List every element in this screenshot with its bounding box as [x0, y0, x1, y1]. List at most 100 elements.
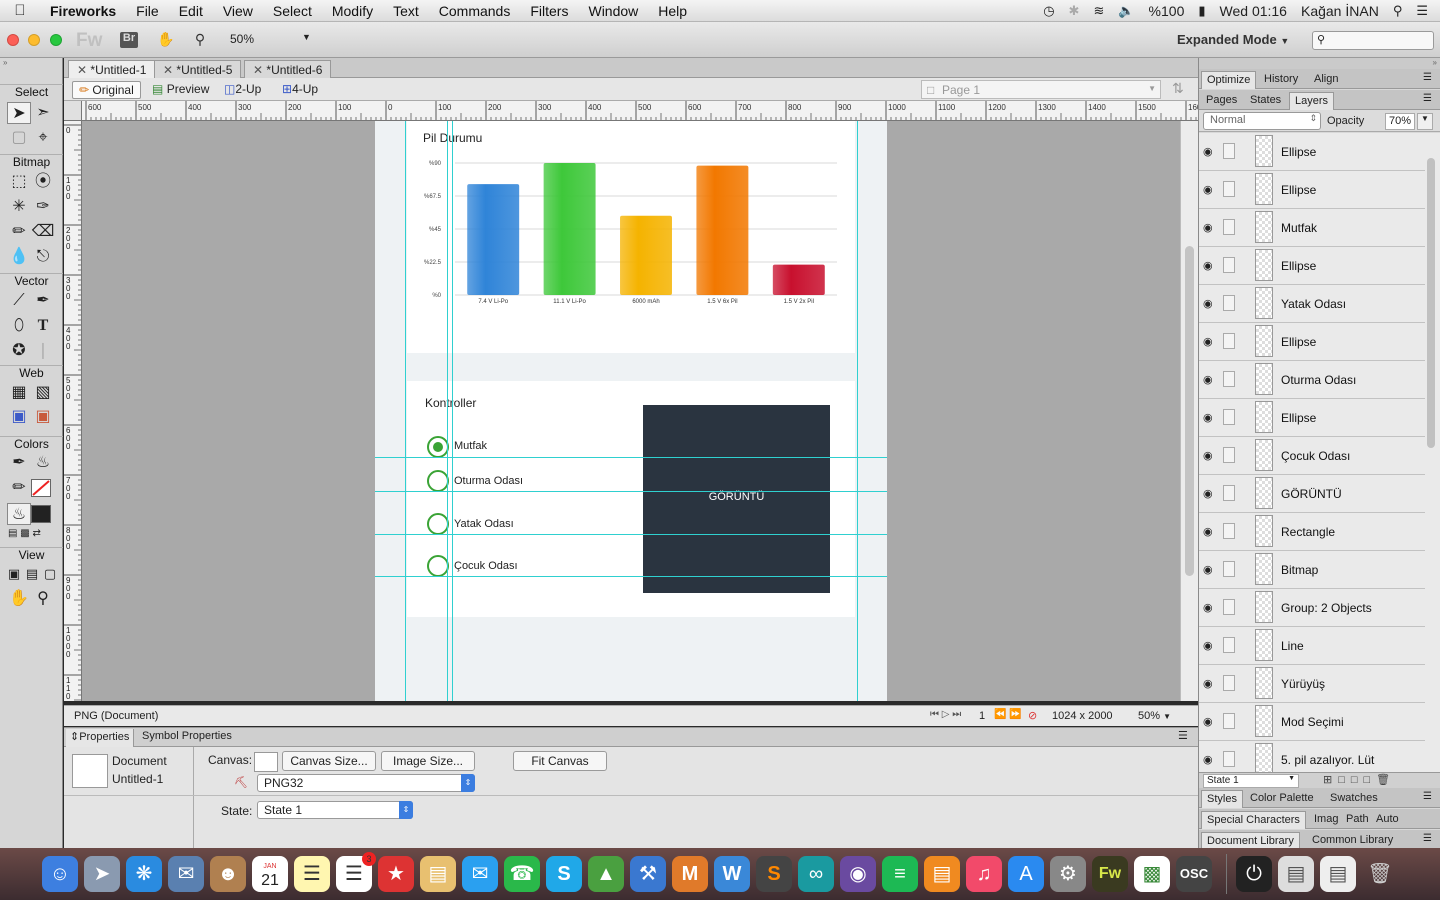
- app-store-icon[interactable]: A: [1008, 856, 1044, 892]
- visibility-eye-icon[interactable]: ◉: [1203, 601, 1213, 614]
- tab-styles[interactable]: Styles: [1201, 790, 1243, 808]
- bluetooth-icon[interactable]: ✱: [1069, 3, 1080, 19]
- export-format-select[interactable]: PNG32 ⇕: [257, 774, 475, 792]
- zoom-tool-icon[interactable]: ⚲: [190, 31, 210, 49]
- original-view-button[interactable]: ✏ Original: [72, 81, 141, 99]
- two-up-view-button[interactable]: ◫2-Up: [218, 81, 267, 99]
- tab-states[interactable]: States: [1245, 92, 1286, 110]
- hand-icon[interactable]: ✋: [156, 31, 176, 49]
- scale-tool-icon[interactable]: ▢: [7, 127, 31, 149]
- radio-mutfak[interactable]: [427, 436, 449, 458]
- lock-toggle[interactable]: [1223, 751, 1235, 767]
- guide-horizontal[interactable]: [375, 534, 887, 535]
- trash-icon[interactable]: 🗑: [1362, 856, 1398, 892]
- osc-icon[interactable]: OSC: [1176, 856, 1212, 892]
- hide-slices-icon[interactable]: ▣: [7, 406, 31, 428]
- zoom-dropdown[interactable]: 50% ▼: [230, 32, 311, 46]
- lock-toggle[interactable]: [1223, 485, 1235, 501]
- sublime-icon[interactable]: S: [756, 856, 792, 892]
- bookmark-icon[interactable]: ★: [378, 856, 414, 892]
- paint-bucket-icon[interactable]: ♨: [31, 452, 55, 474]
- notification-center-icon[interactable]: ☰: [1416, 3, 1428, 19]
- chart-card[interactable]: Pil Durumu %0 %22.5 %45 %67.5 %90 7.4 V Li-Po…: [407, 121, 855, 353]
- apple-menu-icon[interactable]: : [0, 2, 40, 19]
- ibooks-icon[interactable]: ▤: [924, 856, 960, 892]
- tab-pages[interactable]: Pages: [1201, 92, 1242, 110]
- minimize-window-button[interactable]: [28, 34, 40, 46]
- canvas-color-swatch[interactable]: [254, 752, 278, 772]
- guide-vertical[interactable]: [405, 121, 406, 701]
- wifi-icon[interactable]: ≋: [1093, 3, 1104, 19]
- tab-optimize[interactable]: Optimize: [1201, 71, 1257, 89]
- reminders-icon[interactable]: ☰ 3: [336, 852, 376, 892]
- battery-percent[interactable]: %100: [1149, 3, 1185, 19]
- color-defaults-icon[interactable]: ▤ ▩ ⇄: [8, 528, 58, 542]
- guide-vertical[interactable]: [452, 121, 453, 701]
- time-machine-icon[interactable]: ◷: [1043, 3, 1054, 19]
- menu-edit[interactable]: Edit: [169, 3, 213, 19]
- tab-image-editing[interactable]: Imag: [1309, 811, 1343, 829]
- battery-icon[interactable]: ▮: [1198, 3, 1205, 19]
- tab-untitled-5[interactable]: ✕ *Untitled-5: [154, 60, 242, 78]
- close-tab-icon[interactable]: ✕: [253, 63, 263, 77]
- preview-view-button[interactable]: ▤ Preview: [146, 81, 215, 99]
- menu-filters[interactable]: Filters: [520, 3, 578, 19]
- vertical-scrollbar[interactable]: [1180, 121, 1198, 701]
- radio-cocuk-odasi[interactable]: [427, 555, 449, 577]
- radio-label-yatak-odasi[interactable]: Yatak Odası: [454, 518, 514, 530]
- lock-toggle[interactable]: [1223, 181, 1235, 197]
- tab-history[interactable]: History: [1259, 71, 1303, 89]
- stop-icon[interactable]: ⊘: [1028, 709, 1037, 722]
- stroke-color-icon[interactable]: ✏: [7, 477, 31, 499]
- document-canvas[interactable]: Pil Durumu %0 %22.5 %45 %67.5 %90 7.4 V Li-Po…: [375, 121, 887, 701]
- clock[interactable]: Wed 01:16: [1220, 3, 1287, 19]
- radio-yatak-odasi[interactable]: [427, 513, 449, 535]
- image-size-button[interactable]: Image Size...: [381, 751, 475, 771]
- zoom-window-button[interactable]: [50, 34, 62, 46]
- tab-untitled-1[interactable]: ✕ *Untitled-1: [68, 60, 156, 78]
- layer-row[interactable]: ◉ Rectangle: [1199, 513, 1425, 551]
- guide-horizontal[interactable]: [375, 491, 887, 492]
- chart-bar[interactable]: [467, 184, 520, 295]
- hotspot-tool-icon[interactable]: ▦: [7, 382, 31, 404]
- fireworks-dock-icon[interactable]: Fw: [1092, 856, 1128, 892]
- close-tab-icon[interactable]: ✕: [163, 63, 173, 77]
- visibility-eye-icon[interactable]: ◉: [1203, 753, 1213, 766]
- android-studio-icon[interactable]: ▲: [588, 856, 624, 892]
- layer-row[interactable]: ◉ Mod Seçimi: [1199, 703, 1425, 741]
- lock-toggle[interactable]: [1223, 523, 1235, 539]
- notes-icon[interactable]: ☰: [294, 856, 330, 892]
- crop-tool-icon[interactable]: ⌖: [31, 127, 55, 149]
- show-slices-icon[interactable]: ▣: [31, 406, 55, 428]
- battery-chart[interactable]: %0 %22.5 %45 %67.5 %90 7.4 V Li-Po 11.1 V Li-P…: [407, 121, 855, 353]
- layer-row[interactable]: ◉ 5. pil azalıyor. Lüt: [1199, 741, 1425, 773]
- visibility-eye-icon[interactable]: ◉: [1203, 411, 1213, 424]
- chart-bar[interactable]: [696, 165, 749, 295]
- panel-menu-icon[interactable]: ☰: [1423, 833, 1432, 844]
- visibility-eye-icon[interactable]: ◉: [1203, 563, 1213, 576]
- lock-toggle[interactable]: [1223, 447, 1235, 463]
- lock-toggle[interactable]: [1223, 409, 1235, 425]
- layer-row[interactable]: ◉ Oturma Odası: [1199, 361, 1425, 399]
- facetime-icon[interactable]: ☎: [504, 856, 540, 892]
- lasso-tool-icon[interactable]: ⦿: [31, 171, 55, 193]
- visibility-eye-icon[interactable]: ◉: [1203, 487, 1213, 500]
- power-icon[interactable]: ⏻: [1236, 856, 1272, 892]
- layer-row[interactable]: ◉ Ellipse: [1199, 133, 1425, 171]
- radio-label-cocuk-odasi[interactable]: Çocuk Odası: [454, 560, 518, 572]
- layer-row[interactable]: ◉ Mutfak: [1199, 209, 1425, 247]
- controls-card[interactable]: Kontroller Mutfak Oturma Odası Yatak Oda…: [407, 381, 855, 617]
- finder-icon[interactable]: ☺: [42, 856, 78, 892]
- layer-row[interactable]: ◉ Ellipse: [1199, 171, 1425, 209]
- collapse-panel-icon[interactable]: »: [0, 58, 63, 70]
- freeform-tool-icon[interactable]: ✪: [7, 340, 31, 362]
- visibility-eye-icon[interactable]: ◉: [1203, 715, 1213, 728]
- frame-nav-icon[interactable]: ⏪ ⏩: [994, 709, 1022, 720]
- mail-icon[interactable]: ✉: [168, 856, 204, 892]
- status-zoom[interactable]: 50% ▼: [1138, 710, 1171, 722]
- visibility-eye-icon[interactable]: ◉: [1203, 639, 1213, 652]
- tab-auto-shape[interactable]: Auto: [1371, 811, 1404, 829]
- stroke-color-swatch[interactable]: [31, 479, 51, 497]
- opacity-input[interactable]: 70%: [1385, 113, 1415, 130]
- calendar-icon[interactable]: JAN 21: [252, 856, 288, 892]
